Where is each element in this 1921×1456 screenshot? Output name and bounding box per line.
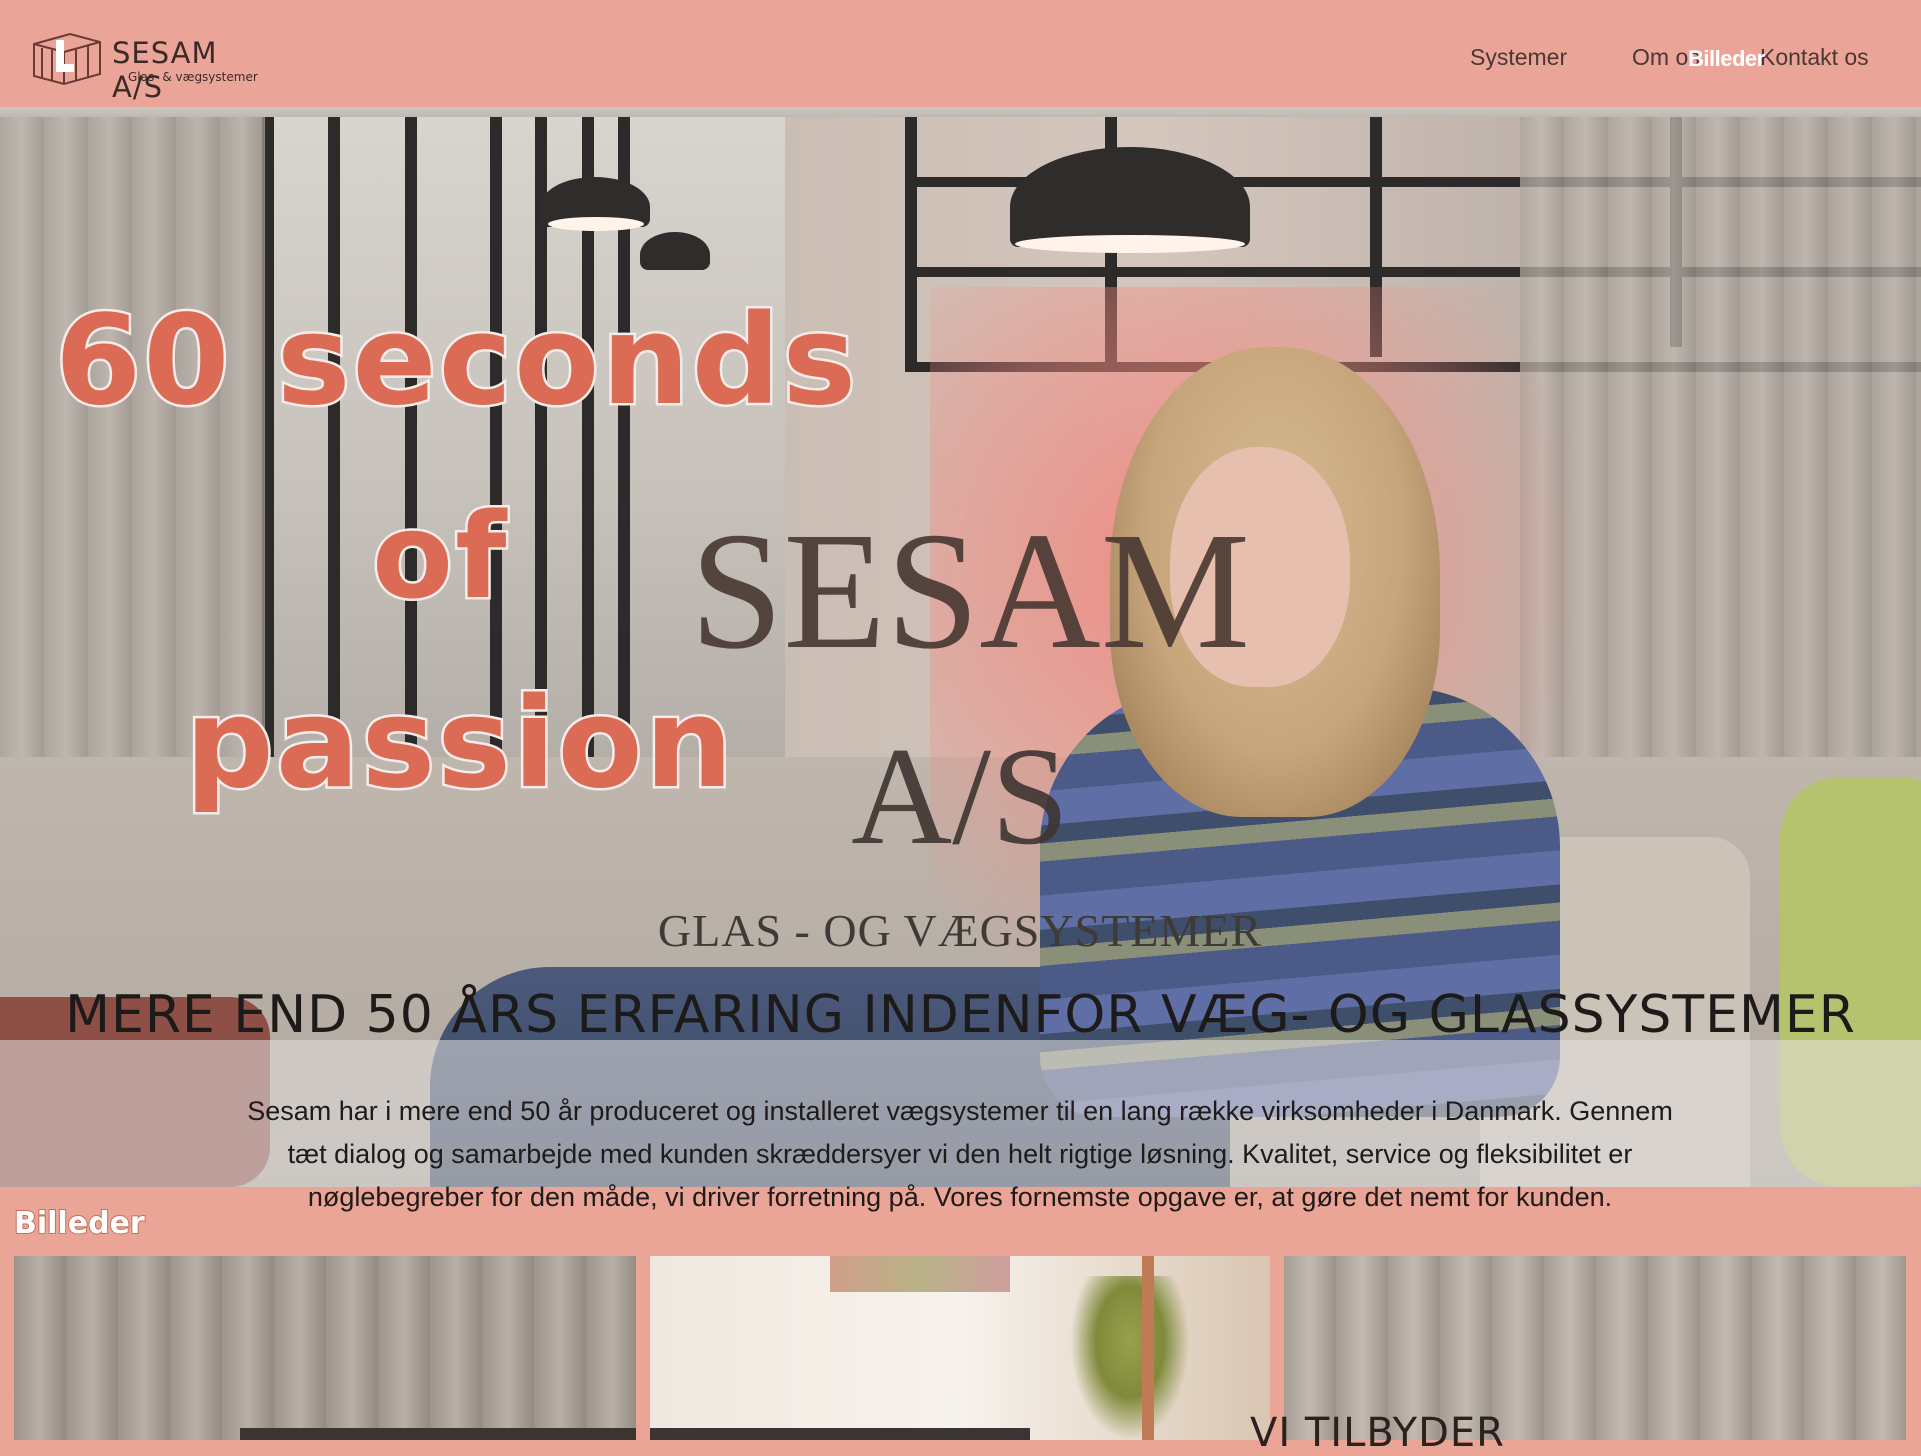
services-heading: VI TILBYDER [1250,1410,1505,1456]
gallery-image-2[interactable] [650,1256,1270,1440]
header-divider [0,107,1921,117]
hero-body-text: Sesam har i mere end 50 år produceret og… [247,1096,1673,1212]
logo[interactable]: SESAM A/S Glas- & vægsystemer [30,30,270,104]
nav-link-kontakt[interactable]: Kontakt os [1760,44,1869,71]
nav-link-systemer[interactable]: Systemer [1470,44,1567,71]
site-header: SESAM A/S Glas- & vægsystemer Systemer O… [0,0,1921,107]
brand-title: SESAM [689,498,1251,684]
logo-icon [33,32,101,86]
promo-line-2: of [369,485,509,628]
gallery-image-1[interactable] [14,1256,636,1440]
hero-headline: MERE END 50 ÅRS ERFARING INDENFOR VÆG- O… [65,985,1856,1045]
promo-line-1: 60 seconds [52,287,859,436]
brand-subtitle: GLAS - OG VÆGSYSTEMER [657,905,1263,956]
promo-line-3: passion [182,670,736,819]
logo-subtitle: Glas- & vægsystemer [128,70,258,84]
brand-suffix: A/S [851,719,1069,874]
gallery-label: Billeder [13,1205,146,1242]
nav-link-billeder[interactable]: Billeder [1688,46,1765,72]
